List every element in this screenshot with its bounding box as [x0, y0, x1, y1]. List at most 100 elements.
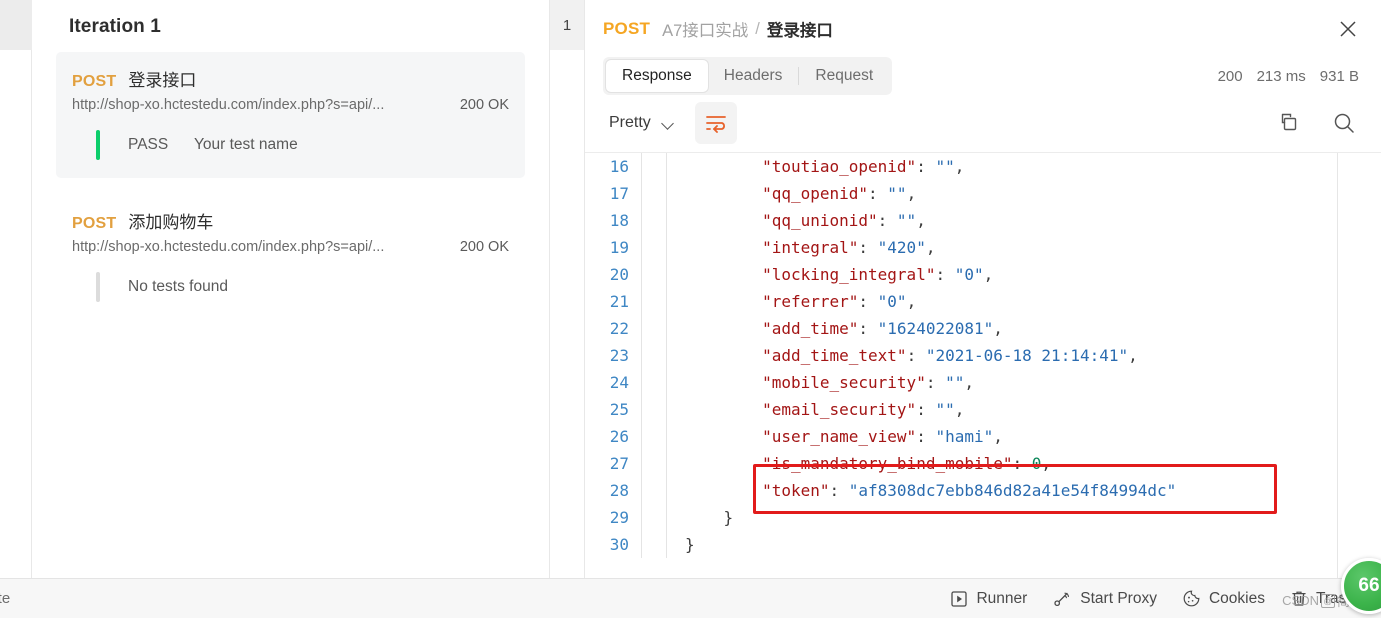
iteration-index-column: 1	[549, 0, 585, 578]
request-result-card[interactable]: POST 登录接口 http://shop-xo.hctestedu.com/i…	[56, 52, 525, 178]
response-meta: 200 213 ms 931 B	[1218, 68, 1361, 85]
line-number: 27	[609, 454, 629, 473]
cookies-label: Cookies	[1208, 589, 1265, 607]
line-number: 25	[609, 400, 629, 419]
code-line: 22 "add_time": "1624022081",	[585, 315, 1381, 342]
code-line: 25 "email_security": "",	[585, 396, 1381, 423]
response-size: 931 B	[1319, 67, 1359, 85]
code-line: 16 "toutiao_openid": "",	[585, 153, 1381, 180]
cookies-button[interactable]: Cookies	[1183, 590, 1265, 608]
start-proxy-label: Start Proxy	[1080, 589, 1157, 607]
request-status: 200 OK	[459, 97, 509, 113]
request-result-card[interactable]: POST 添加购物车 http://shop-xo.hctestedu.com/…	[56, 194, 525, 320]
code-text: "add_time": "1624022081",	[762, 319, 1003, 338]
code-line: 24 "mobile_security": "",	[585, 369, 1381, 396]
test-result-row: PASS Your test name	[72, 130, 509, 160]
format-select-label: Pretty	[609, 114, 651, 131]
main-body: Iteration 1 POST 登录接口 http://shop-xo.hct…	[0, 0, 1381, 578]
request-subrow: http://shop-xo.hctestedu.com/index.php?s…	[72, 239, 509, 255]
runner-label: Runner	[976, 589, 1028, 607]
code-text: "qq_unionid": "",	[762, 211, 926, 230]
run-results-panel: Iteration 1 POST 登录接口 http://shop-xo.hct…	[32, 0, 549, 578]
tab-headers[interactable]: Headers	[708, 60, 799, 92]
viewer-right-divider	[1337, 153, 1338, 578]
fold-gutter[interactable]	[641, 477, 667, 504]
line-number: 21	[609, 292, 629, 311]
response-header: POST A7接口实战 / 登录接口	[585, 0, 1381, 46]
code-text: "mobile_security": "",	[762, 373, 974, 392]
bottom-actions: Runner Start Proxy Cookies Trash	[951, 590, 1355, 608]
code-text: "user_name_view": "hami",	[762, 427, 1003, 446]
copy-icon[interactable]	[1275, 110, 1301, 136]
postman-runner-window: Iteration 1 POST 登录接口 http://shop-xo.hct…	[0, 0, 1381, 618]
response-body-viewer[interactable]: 16 "toutiao_openid": "", 17 "qq_openid": …	[585, 152, 1381, 578]
fold-gutter[interactable]	[641, 369, 667, 396]
code-text: "locking_integral": "0",	[762, 265, 994, 284]
request-name: 添加购物车	[128, 213, 214, 232]
line-number: 23	[609, 346, 629, 365]
response-tabs-row: Response Headers Request 200 213 ms 931 …	[585, 46, 1381, 96]
code-line: 29 }	[585, 504, 1381, 531]
word-wrap-icon[interactable]	[694, 102, 737, 144]
code-line: 28 "token": "af8308dc7ebb846d82a41e54f84…	[585, 477, 1381, 504]
fold-gutter[interactable]	[641, 423, 667, 450]
fold-gutter[interactable]	[641, 288, 667, 315]
code-line: 26 "user_name_view": "hami",	[585, 423, 1381, 450]
line-number: 29	[609, 508, 629, 527]
test-status-bar	[96, 272, 100, 302]
fold-gutter[interactable]	[641, 234, 667, 261]
code-text: "referrer": "0",	[762, 292, 917, 311]
tab-request[interactable]: Request	[799, 60, 889, 92]
test-name: Your test name	[194, 136, 298, 153]
fold-gutter[interactable]	[641, 450, 667, 477]
runner-button[interactable]: Runner	[951, 590, 1027, 608]
bottom-left-text: lete	[0, 590, 11, 607]
fold-gutter[interactable]	[641, 180, 667, 207]
breadcrumb-separator: /	[755, 19, 760, 38]
fold-gutter[interactable]	[641, 315, 667, 342]
bottom-status-bar: lete Runner	[0, 558, 1381, 618]
request-method: POST	[72, 73, 117, 90]
line-number: 24	[609, 373, 629, 392]
response-toolbar: Pretty	[585, 96, 1381, 152]
fold-gutter[interactable]	[641, 207, 667, 234]
iteration-index-tab[interactable]: 1	[550, 0, 584, 50]
line-number: 30	[609, 535, 629, 554]
code-line: 30}	[585, 531, 1381, 558]
chevron-down-icon	[663, 119, 675, 127]
line-number: 26	[609, 427, 629, 446]
close-icon[interactable]	[1335, 16, 1361, 42]
request-url: http://shop-xo.hctestedu.com/index.php?s…	[72, 97, 385, 113]
code-text: "email_security": "",	[762, 400, 965, 419]
test-verdict: PASS	[128, 136, 169, 153]
search-icon[interactable]	[1331, 110, 1357, 136]
test-status-bar	[96, 130, 100, 160]
code-text: "token": "af8308dc7ebb846d82a41e54f84994…	[762, 481, 1177, 500]
tab-response[interactable]: Response	[606, 60, 708, 92]
fold-gutter[interactable]	[641, 261, 667, 288]
left-gutter-strip	[0, 0, 32, 578]
request-name: 登录接口	[128, 71, 197, 90]
code-text: "qq_openid": "",	[762, 184, 917, 203]
fold-gutter[interactable]	[641, 396, 667, 423]
test-result-row: No tests found	[72, 272, 509, 302]
code-text: "is_mandatory_bind_mobile": 0,	[762, 454, 1052, 473]
fold-gutter[interactable]	[641, 531, 667, 558]
play-box-icon	[951, 590, 968, 607]
line-number: 16	[609, 157, 629, 176]
start-proxy-button[interactable]: Start Proxy	[1053, 590, 1157, 608]
code-line: 19 "integral": "420",	[585, 234, 1381, 261]
request-url: http://shop-xo.hctestedu.com/index.php?s…	[72, 239, 385, 255]
fold-gutter[interactable]	[641, 504, 667, 531]
fold-gutter[interactable]	[641, 342, 667, 369]
code-text: "toutiao_openid": "",	[762, 157, 965, 176]
line-number: 19	[609, 238, 629, 257]
fold-gutter[interactable]	[641, 153, 667, 180]
response-tabs: Response Headers Request	[603, 57, 893, 95]
format-select[interactable]: Pretty	[603, 110, 681, 136]
left-gutter-tab[interactable]	[0, 0, 32, 50]
code-line: 20 "locking_integral": "0",	[585, 261, 1381, 288]
code-line: 27 "is_mandatory_bind_mobile": 0,	[585, 450, 1381, 477]
proxy-icon	[1053, 591, 1071, 607]
breadcrumb-parent[interactable]: A7接口实战	[662, 17, 748, 41]
